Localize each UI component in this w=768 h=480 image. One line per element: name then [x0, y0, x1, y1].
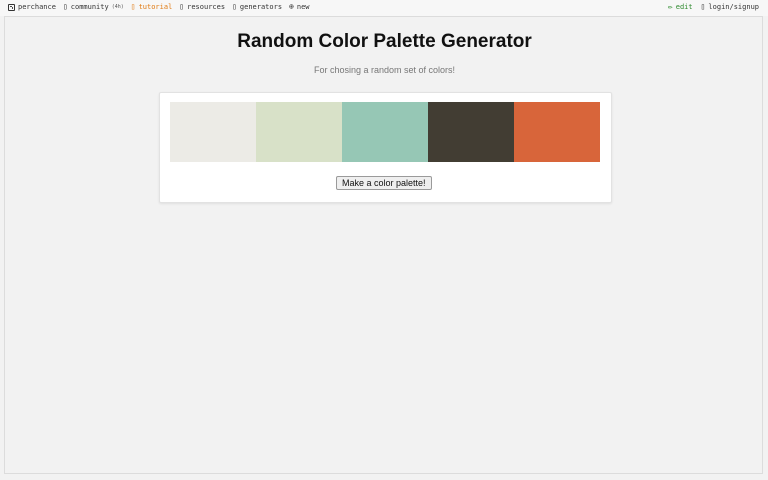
list-icon: ▯: [232, 2, 237, 11]
page-subtitle: For chosing a random set of colors!: [313, 65, 456, 75]
nav-generators-label: generators: [239, 3, 283, 11]
nav-new[interactable]: ⊕ new: [289, 2, 310, 12]
nav-brand[interactable]: perchance: [8, 3, 56, 11]
palette-card: Make a color palette!: [159, 92, 612, 203]
color-swatch-5: [514, 102, 600, 162]
nav-left: perchance ▯ community (4h) ▯ tutorial ▯ …: [8, 3, 310, 11]
book-icon: ▯: [130, 2, 136, 11]
color-swatch-2: [256, 102, 342, 162]
folder-icon: ▯: [179, 2, 185, 11]
nav-community[interactable]: ▯ community (4h): [62, 2, 124, 12]
color-swatch-1: [170, 102, 256, 162]
top-nav-bar: perchance ▯ community (4h) ▯ tutorial ▯ …: [0, 0, 768, 16]
nav-community-label: community: [70, 3, 109, 11]
nav-right: ✏ edit ▯ login/signup: [667, 2, 759, 12]
plus-circle-icon: ⊕: [289, 2, 294, 11]
chat-icon: ▯: [62, 2, 68, 11]
nav-login-label: login/signup: [708, 3, 759, 11]
nav-resources[interactable]: ▯ resources: [179, 2, 226, 12]
generator-page: Random Color Palette Generator For chosi…: [4, 16, 763, 474]
color-swatch-4: [428, 102, 514, 162]
nav-edit[interactable]: ✏ edit: [667, 2, 693, 12]
nav-login[interactable]: ▯ login/signup: [700, 2, 759, 12]
community-badge: (4h): [111, 4, 124, 10]
nav-new-label: new: [296, 3, 310, 11]
color-swatch-3: [342, 102, 428, 162]
nav-tutorial-label: tutorial: [138, 3, 173, 11]
dice-icon: [8, 3, 15, 11]
pencil-icon: ✏: [667, 2, 673, 11]
user-icon: ▯: [700, 2, 706, 11]
nav-brand-label: perchance: [18, 3, 56, 11]
nav-generators[interactable]: ▯ generators: [232, 2, 283, 12]
page-title: Random Color Palette Generator: [237, 31, 532, 52]
nav-edit-label: edit: [675, 3, 693, 11]
nav-tutorial[interactable]: ▯ tutorial: [130, 2, 173, 12]
color-palette: [170, 102, 600, 162]
make-palette-button[interactable]: Make a color palette!: [336, 176, 432, 190]
nav-resources-label: resources: [187, 3, 226, 11]
